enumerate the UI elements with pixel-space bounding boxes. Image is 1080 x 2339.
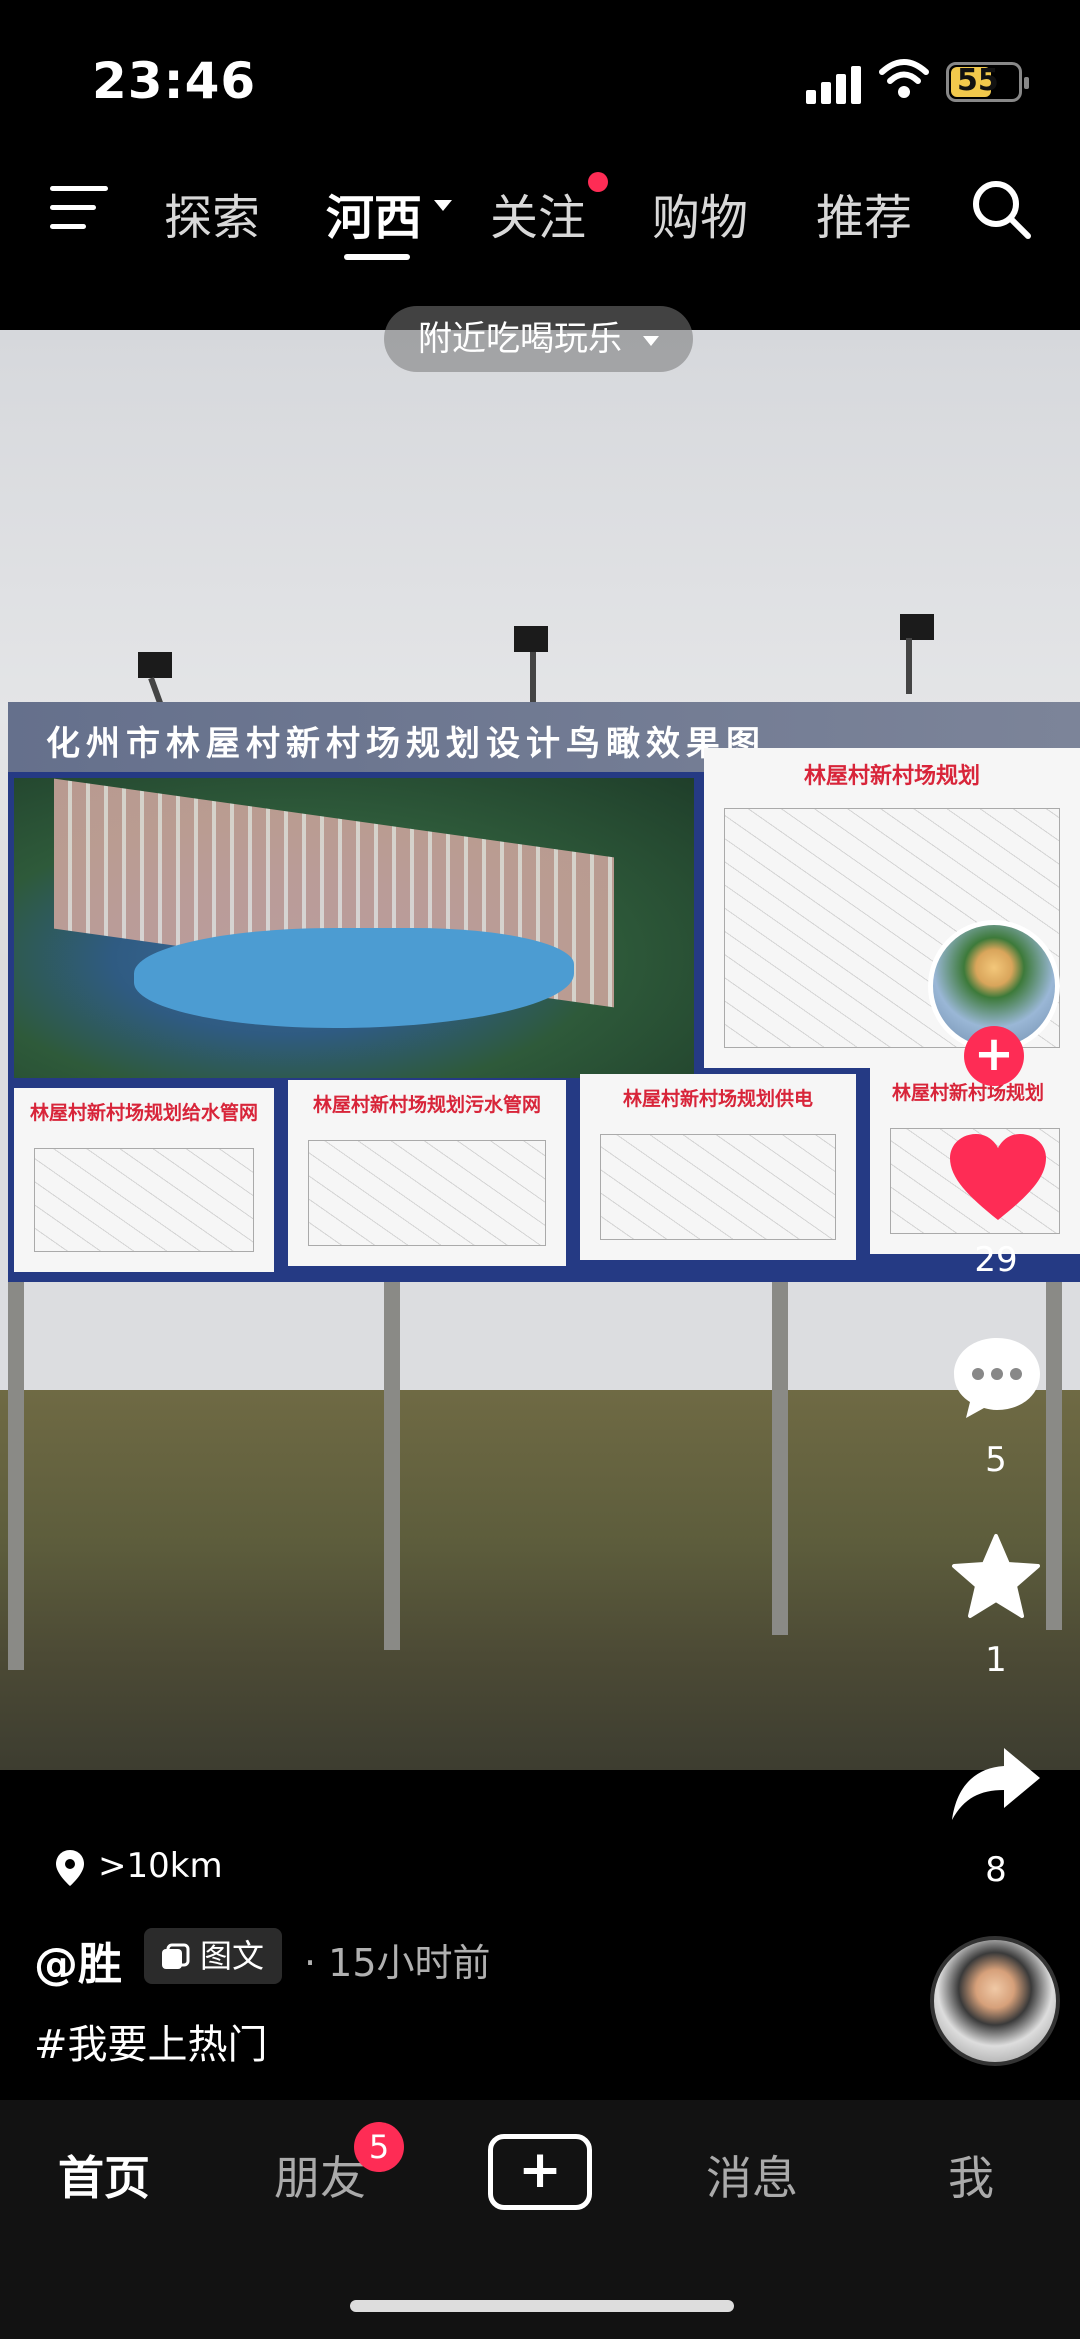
post-type-chip: 图文 [144, 1928, 283, 1984]
nav-me[interactable]: 我 [948, 2142, 994, 2208]
follow-button[interactable]: + [964, 1026, 1024, 1086]
plan-panel: 林屋村新村场规划污水管网 [288, 1080, 566, 1266]
post-time: · 15小时前 [304, 1941, 491, 1985]
like-heart-icon[interactable] [948, 1132, 1048, 1222]
share-count: 8 [985, 1850, 1007, 1890]
home-indicator [350, 2300, 734, 2312]
signal-icon [806, 64, 862, 104]
billboard: 化州市林屋村新村场规划设计鸟瞰效果图 林屋村新村场规划 林屋村新村场规划给水管网… [8, 702, 1080, 1282]
author-name[interactable]: @胜 [34, 1928, 122, 1992]
floodlight [514, 626, 548, 652]
billboard-title: 化州市林屋村新村场规划设计鸟瞰效果图 [46, 724, 766, 764]
notification-dot [588, 172, 608, 192]
battery-icon: 55 [946, 62, 1029, 102]
search-icon[interactable] [970, 178, 1034, 242]
floodlight [900, 614, 934, 640]
hashtag-link[interactable]: #我要上热门 [34, 2012, 268, 2070]
friends-badge: 5 [354, 2122, 404, 2172]
menu-icon[interactable] [50, 186, 108, 230]
post-type-label: 图文 [200, 1937, 265, 1975]
like-count: 29 [974, 1240, 1018, 1280]
tab-local[interactable]: 河西 [326, 178, 422, 248]
nav-home[interactable]: 首页 [58, 2142, 150, 2208]
tab-following[interactable]: 关注 [490, 178, 586, 248]
comment-count: 5 [985, 1440, 1007, 1480]
nearby-filter-label: 附近吃喝玩乐 [418, 319, 622, 359]
nearby-filter-pill[interactable]: 附近吃喝玩乐 [384, 306, 693, 372]
tab-recommend[interactable]: 推荐 [816, 178, 912, 248]
location-distance: >10km [98, 1846, 223, 1886]
music-disc[interactable] [930, 1936, 1060, 2066]
nav-friends[interactable]: 朋友 [274, 2142, 366, 2208]
image-post-icon [162, 1943, 190, 1969]
field-background [0, 1390, 1080, 1770]
favorite-count: 1 [985, 1640, 1007, 1680]
floodlight [138, 652, 172, 678]
wifi-icon [879, 59, 929, 98]
post-image[interactable]: 化州市林屋村新村场规划设计鸟瞰效果图 林屋村新村场规划 林屋村新村场规划给水管网… [0, 330, 1080, 1770]
aerial-rendering [14, 778, 694, 1078]
location-pin-icon [56, 1849, 84, 1886]
status-time: 23:46 [92, 52, 257, 110]
comment-icon[interactable] [950, 1334, 1044, 1422]
create-button[interactable]: + [488, 2134, 592, 2210]
caret-down-icon [642, 335, 659, 346]
tab-shopping[interactable]: 购物 [652, 178, 748, 248]
favorite-star-icon[interactable] [950, 1532, 1042, 1620]
share-icon[interactable] [950, 1744, 1042, 1824]
plan-panel: 林屋村新村场规划给水管网 [14, 1088, 274, 1272]
battery-level: 55 [957, 63, 999, 98]
location-row[interactable]: >10km [54, 1846, 223, 1888]
active-tab-indicator [344, 254, 410, 260]
caret-down-icon[interactable] [434, 200, 452, 212]
nav-messages[interactable]: 消息 [706, 2142, 798, 2208]
plan-panel: 林屋村新村场规划供电 [580, 1074, 856, 1260]
tab-explore[interactable]: 探索 [164, 178, 260, 248]
